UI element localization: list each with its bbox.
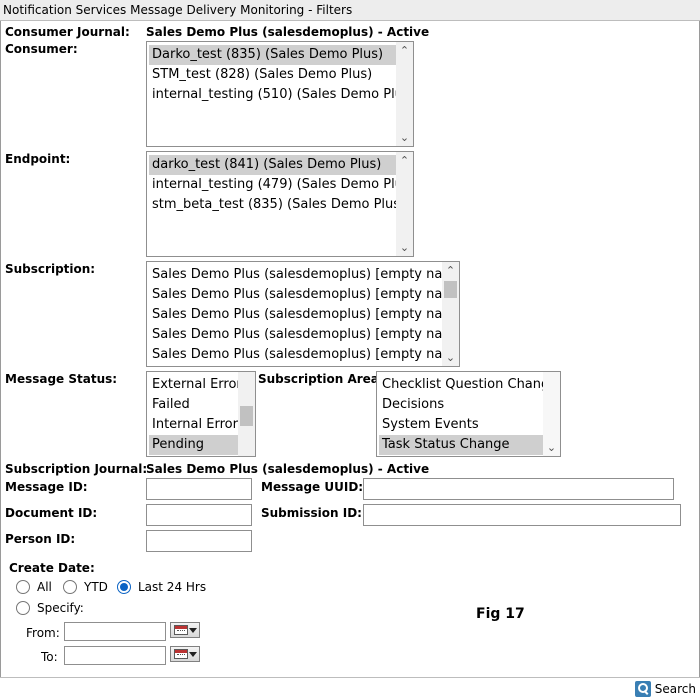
subscription-label: Subscription: <box>5 262 96 276</box>
subscription-area-option[interactable]: System Events <box>379 415 479 435</box>
search-button-label: Search <box>654 682 696 696</box>
message-status-listbox[interactable]: External Error Failed Internal Error Pen… <box>146 371 256 457</box>
message-status-label: Message Status: <box>5 372 118 386</box>
scrollbar-thumb[interactable] <box>444 281 457 298</box>
subscription-area-option[interactable]: Task Status Change <box>379 435 543 455</box>
endpoint-scrollbar[interactable]: ⌃ ⌄ <box>396 152 413 256</box>
person-id-input[interactable] <box>146 530 252 552</box>
message-uuid-label: Message UUID: <box>261 480 364 494</box>
search-icon <box>634 681 651 697</box>
subscription-option[interactable]: Sales Demo Plus (salesdemoplus) [empty n… <box>149 285 459 305</box>
subscription-area-option[interactable]: Decisions <box>379 395 444 415</box>
message-status-option[interactable]: Internal Error <box>149 415 238 435</box>
scroll-up-icon[interactable]: ⌃ <box>442 262 459 279</box>
to-date-input[interactable] <box>64 646 166 665</box>
subscription-journal-label: Subscription Journal: <box>5 462 148 476</box>
subscription-area-option[interactable]: Checklist Question Change <box>379 375 557 395</box>
scroll-down-icon[interactable]: ⌄ <box>543 439 560 456</box>
scroll-down-icon[interactable]: ⌄ <box>396 239 413 256</box>
subscription-option[interactable]: Sales Demo Plus (salesdemoplus) [empty n… <box>149 325 459 345</box>
create-date-specify-label: Specify: <box>37 601 84 615</box>
subscription-option[interactable]: Sales Demo Plus (salesdemoplus) [empty n… <box>149 345 459 365</box>
subscription-option[interactable]: Sales Demo Plus (salesdemoplus) [empty n… <box>149 305 459 325</box>
consumer-journal-label: Consumer Journal: <box>5 25 130 39</box>
to-date-label: To: <box>41 650 58 664</box>
consumer-scrollbar[interactable]: ⌃ ⌄ <box>396 42 413 146</box>
endpoint-option[interactable]: stm_beta_test (835) (Sales Demo Plus) <box>149 195 405 215</box>
search-button[interactable]: Search <box>634 680 696 698</box>
message-uuid-input[interactable] <box>363 478 674 500</box>
action-bar: Search <box>0 677 700 700</box>
calendar-icon <box>174 625 188 635</box>
consumer-option[interactable]: internal_testing (510) (Sales Demo Plus) <box>149 85 413 105</box>
message-status-option[interactable]: Failed <box>149 395 190 415</box>
document-id-label: Document ID: <box>5 506 98 520</box>
submission-id-label: Submission ID: <box>261 506 362 520</box>
consumer-option[interactable]: Darko_test (835) (Sales Demo Plus) <box>149 45 396 65</box>
document-id-input[interactable] <box>146 504 252 526</box>
submission-id-input[interactable] <box>363 504 681 526</box>
scroll-up-icon[interactable]: ⌃ <box>396 152 413 169</box>
create-date-ytd-label: YTD <box>84 580 108 594</box>
to-calendar-button[interactable] <box>170 646 200 662</box>
message-status-option[interactable]: External Error <box>149 375 242 395</box>
message-status-scrollbar[interactable] <box>238 372 255 456</box>
endpoint-option[interactable]: internal_testing (479) (Sales Demo Plus) <box>149 175 413 195</box>
subscription-listbox[interactable]: Sales Demo Plus (salesdemoplus) [empty n… <box>146 261 460 367</box>
from-calendar-button[interactable] <box>170 622 200 638</box>
create-date-label: Create Date: <box>9 561 95 575</box>
create-date-all-radio[interactable] <box>16 580 30 594</box>
message-id-label: Message ID: <box>5 480 88 494</box>
chevron-down-icon <box>189 652 197 657</box>
subscription-option[interactable]: Sales Demo Plus (salesdemoplus) [empty n… <box>149 265 459 285</box>
consumer-journal-value: Sales Demo Plus (salesdemoplus) - Active <box>146 25 430 39</box>
consumer-label: Consumer: <box>5 42 78 56</box>
message-status-option[interactable]: Pending <box>149 435 238 455</box>
scroll-down-icon[interactable]: ⌄ <box>442 349 459 366</box>
chevron-down-icon <box>189 628 197 633</box>
consumer-listbox[interactable]: Darko_test (835) (Sales Demo Plus) STM_t… <box>146 41 414 147</box>
from-date-input[interactable] <box>64 622 166 641</box>
endpoint-listbox[interactable]: darko_test (841) (Sales Demo Plus) inter… <box>146 151 414 257</box>
message-id-input[interactable] <box>146 478 252 500</box>
window-title: Notification Services Message Delivery M… <box>0 0 700 21</box>
scroll-up-icon[interactable]: ⌃ <box>396 42 413 59</box>
create-date-ytd-radio[interactable] <box>63 580 77 594</box>
scroll-down-icon[interactable]: ⌄ <box>396 129 413 146</box>
subscription-area-listbox[interactable]: Checklist Question Change Decisions Syst… <box>376 371 561 457</box>
subscription-journal-value: Sales Demo Plus (salesdemoplus) - Active <box>146 462 430 476</box>
endpoint-label: Endpoint: <box>5 152 71 166</box>
scrollbar-thumb[interactable] <box>240 406 253 426</box>
subscription-area-scrollbar[interactable]: ⌄ <box>543 372 560 456</box>
create-date-last24-radio[interactable] <box>117 580 131 594</box>
from-date-label: From: <box>26 626 60 640</box>
subscription-scrollbar[interactable]: ⌃ ⌄ <box>442 262 459 366</box>
create-date-all-label: All <box>37 580 52 594</box>
endpoint-option[interactable]: darko_test (841) (Sales Demo Plus) <box>149 155 396 175</box>
subscription-area-label: Subscription Area: <box>258 372 384 386</box>
create-date-last24-label: Last 24 Hrs <box>138 580 207 594</box>
person-id-label: Person ID: <box>5 532 76 546</box>
calendar-icon <box>174 649 188 659</box>
consumer-option[interactable]: STM_test (828) (Sales Demo Plus) <box>149 65 372 85</box>
figure-label: Fig 17 <box>476 606 525 622</box>
create-date-specify-radio[interactable] <box>16 601 30 615</box>
